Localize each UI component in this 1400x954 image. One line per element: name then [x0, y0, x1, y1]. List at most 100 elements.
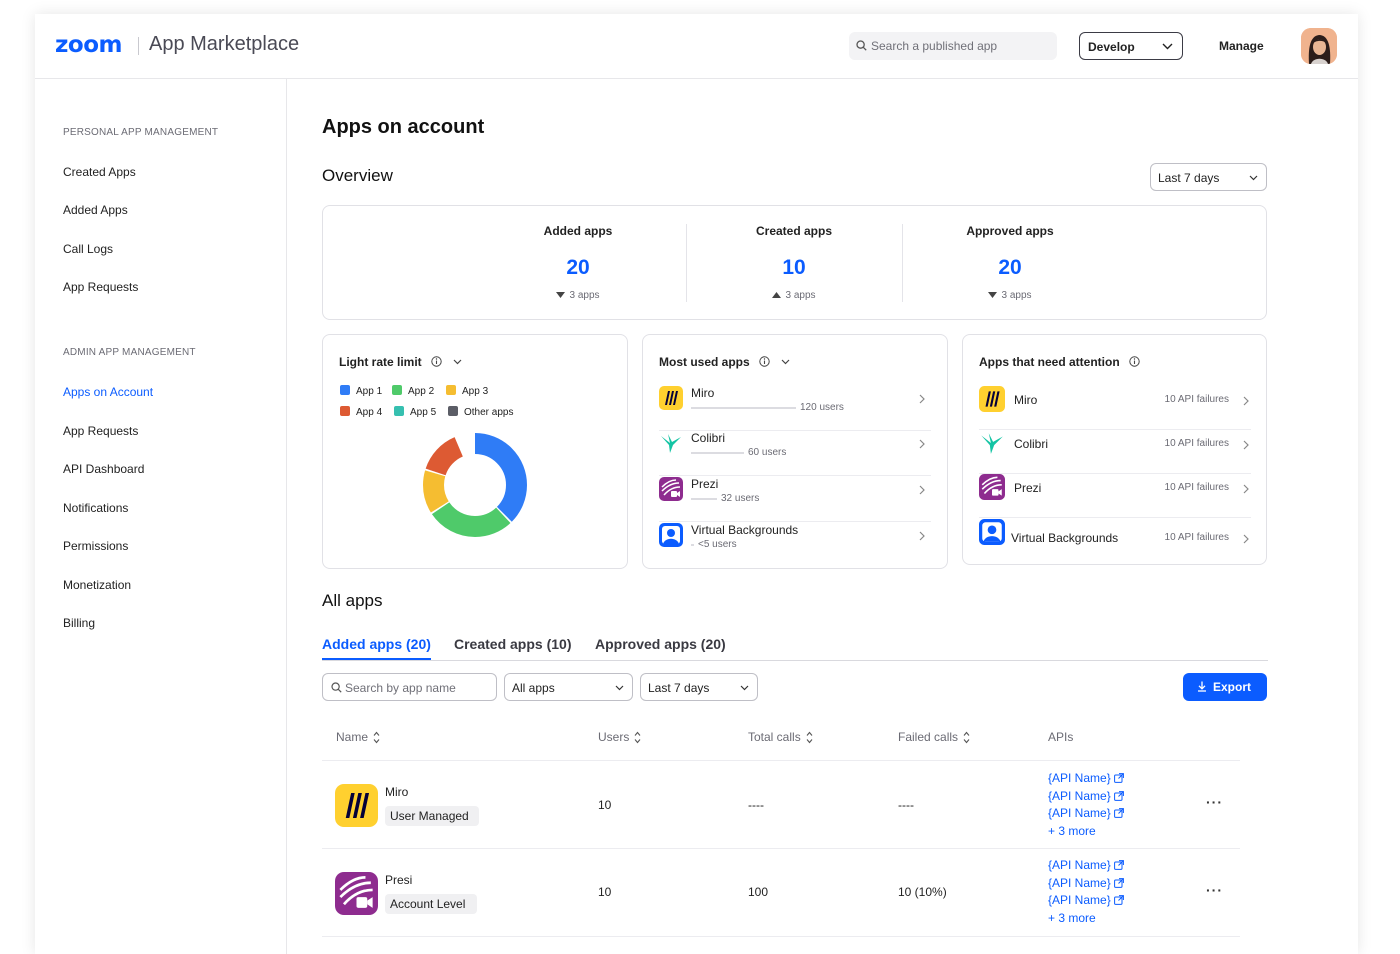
stat-delta: 3 apps: [686, 290, 902, 301]
stat-label: Added apps: [543, 224, 613, 238]
sidebar-item-monetization[interactable]: Monetization: [63, 578, 131, 592]
header-search[interactable]: Search a published app: [849, 32, 1057, 60]
more-actions-icon[interactable]: ···: [1206, 882, 1223, 898]
level-badge: User Managed: [385, 806, 479, 826]
miro-icon: [979, 386, 1005, 412]
row-divider: [979, 517, 1251, 518]
sidebar-item-billing[interactable]: Billing: [63, 616, 95, 630]
avatar[interactable]: [1301, 28, 1337, 64]
attention-item-miro[interactable]: Miro 10 API failures: [979, 386, 1251, 430]
api-link[interactable]: {API Name}: [1048, 805, 1124, 823]
rate-limit-donut-chart: [423, 433, 527, 537]
tab-created-apps[interactable]: Created apps (10): [454, 636, 571, 652]
stat-label: Created apps: [755, 224, 833, 238]
info-icon[interactable]: [1129, 356, 1140, 367]
column-header-failed-calls[interactable]: Failed calls: [898, 730, 970, 744]
column-header-apis: APIs: [1048, 730, 1074, 744]
arrow-down-icon: [988, 292, 998, 298]
api-failures: 10 API failures: [1164, 482, 1229, 493]
develop-label: Develop: [1088, 40, 1135, 54]
more-apis-link[interactable]: + 3 more: [1048, 910, 1124, 928]
column-header-total-calls[interactable]: Total calls: [748, 730, 813, 744]
develop-dropdown[interactable]: Develop: [1079, 32, 1183, 60]
api-list: {API Name} {API Name} {API Name} + 3 mor…: [1048, 770, 1124, 840]
sidebar-item-notifications[interactable]: Notifications: [63, 501, 128, 515]
sidebar-item-apps-on-account[interactable]: Apps on Account: [63, 385, 153, 399]
chevron-down-icon[interactable]: [453, 359, 462, 365]
zoom-logo[interactable]: zoom: [55, 32, 122, 58]
chevron-right-icon: [919, 439, 925, 449]
attention-item-virtual-backgrounds[interactable]: Virtual Backgrounds 10 API failures: [979, 519, 1251, 555]
stat-delta: 3 apps: [470, 290, 686, 301]
column-header-name[interactable]: Name: [336, 730, 380, 744]
most-used-title: Most used apps: [659, 355, 790, 369]
failed-calls-value: 10 (10%): [898, 885, 947, 899]
app-filter-select[interactable]: All apps: [504, 673, 633, 701]
usage-bar: [691, 407, 796, 409]
export-button[interactable]: Export: [1183, 673, 1267, 701]
attention-item-prezi[interactable]: Prezi 10 API failures: [979, 474, 1251, 518]
sidebar-item-created-apps[interactable]: Created Apps: [63, 165, 136, 179]
app-name: Miro: [691, 386, 715, 400]
virtual-backgrounds-icon: [659, 523, 683, 547]
attention-title-text: Apps that need attention: [979, 355, 1120, 369]
chevron-down-icon[interactable]: [781, 359, 790, 365]
info-icon[interactable]: [431, 356, 442, 367]
table-divider: [322, 760, 1240, 761]
most-used-title-text: Most used apps: [659, 355, 750, 369]
external-link-icon: [1113, 860, 1124, 870]
api-list: {API Name} {API Name} {API Name} + 3 mor…: [1048, 857, 1124, 927]
most-used-item-colibri[interactable]: Colibri 60 users: [659, 431, 931, 476]
usage-bar: [691, 498, 717, 500]
users-value: 10: [598, 885, 612, 899]
legend-item: App 4: [340, 406, 382, 418]
api-link[interactable]: {API Name}: [1048, 875, 1124, 893]
api-link[interactable]: {API Name}: [1048, 892, 1124, 910]
more-actions-icon[interactable]: ···: [1206, 794, 1223, 810]
legend-item: App 5: [394, 406, 436, 418]
tab-approved-apps[interactable]: Approved apps (20): [595, 636, 726, 652]
app-name: Virtual Backgrounds: [691, 523, 799, 537]
external-link-icon: [1113, 895, 1124, 905]
chevron-right-icon: [919, 394, 925, 404]
tab-added-apps[interactable]: Added apps (20): [322, 636, 431, 660]
sidebar-item-admin-app-requests[interactable]: App Requests: [63, 424, 138, 438]
app-search-field[interactable]: [322, 673, 497, 701]
sidebar-item-added-apps[interactable]: Added Apps: [63, 203, 128, 217]
app-name: Prezi: [1014, 481, 1042, 495]
attention-item-colibri[interactable]: Colibri 10 API failures: [979, 430, 1251, 474]
app-window: zoom App Marketplace Search a published …: [35, 14, 1358, 954]
usage-count: 120 users: [800, 402, 844, 413]
sidebar-item-app-requests[interactable]: App Requests: [63, 280, 138, 294]
api-link[interactable]: {API Name}: [1048, 788, 1124, 806]
app-name[interactable]: Presi: [385, 873, 412, 887]
api-link[interactable]: {API Name}: [1048, 770, 1124, 788]
table-range-select[interactable]: Last 7 days: [640, 673, 758, 701]
chevron-right-icon: [919, 531, 925, 541]
app-search-input[interactable]: [343, 677, 497, 699]
overview-range-select[interactable]: Last 7 days: [1150, 163, 1267, 191]
header-search-placeholder: Search a published app: [871, 39, 998, 53]
column-header-users[interactable]: Users: [598, 730, 641, 744]
info-icon[interactable]: [759, 356, 770, 367]
most-used-item-virtual-backgrounds[interactable]: Virtual Backgrounds <5 users: [659, 523, 931, 563]
personal-section-title: PERSONAL APP MANAGEMENT: [63, 127, 219, 138]
legend-swatch: [394, 406, 404, 416]
manage-link[interactable]: Manage: [1219, 39, 1264, 53]
sidebar-item-permissions[interactable]: Permissions: [63, 539, 128, 553]
more-apis-link[interactable]: + 3 more: [1048, 823, 1124, 841]
most-used-item-miro[interactable]: Miro 120 users: [659, 386, 931, 431]
legend-swatch: [448, 406, 458, 416]
sidebar-item-api-dashboard[interactable]: API Dashboard: [63, 462, 144, 476]
sidebar-item-call-logs[interactable]: Call Logs: [63, 242, 113, 256]
prezi-icon: [979, 474, 1005, 500]
admin-section-title: ADMIN APP MANAGEMENT: [63, 347, 196, 358]
all-apps-title: All apps: [322, 591, 383, 610]
chevron-right-icon: [1243, 396, 1249, 406]
chevron-right-icon: [1243, 440, 1249, 450]
product-name[interactable]: App Marketplace: [149, 33, 299, 56]
api-link[interactable]: {API Name}: [1048, 857, 1124, 875]
app-name[interactable]: Miro: [385, 785, 408, 799]
most-used-item-prezi[interactable]: Prezi 32 users: [659, 477, 931, 522]
api-failures: 10 API failures: [1164, 532, 1229, 543]
